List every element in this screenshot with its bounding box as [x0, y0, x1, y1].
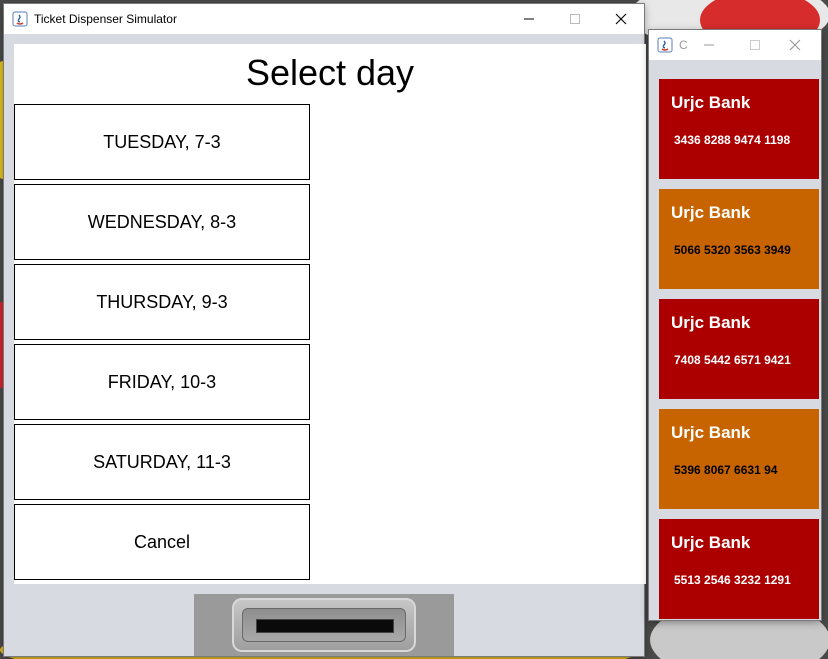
card-bank-name: Urjc Bank	[671, 203, 751, 222]
day-button-tuesday[interactable]: TUESDAY, 7-3	[14, 104, 310, 180]
card-slot-opening	[256, 619, 394, 633]
cards-title-bar[interactable]: C	[649, 30, 821, 60]
day-button-wednesday[interactable]: WEDNESDAY, 8-3	[14, 184, 310, 260]
card-bank-name: Urjc Bank	[671, 313, 751, 332]
card-slot[interactable]	[232, 598, 416, 652]
maximize-icon[interactable]	[735, 30, 775, 60]
minimize-icon[interactable]	[689, 30, 729, 60]
bank-card-2[interactable]: Urjc Bank 5066 5320 3563 3949	[659, 189, 819, 289]
bank-card-5[interactable]: Urjc Bank 5513 2546 3232 1291	[659, 519, 819, 619]
cancel-button[interactable]: Cancel	[14, 504, 310, 580]
card-number: 5066 5320 3563 3949	[674, 243, 791, 257]
cards-window-title: C	[679, 38, 688, 52]
minimize-icon[interactable]	[506, 4, 552, 34]
day-button-saturday[interactable]: SATURDAY, 11-3	[14, 424, 310, 500]
close-icon[interactable]	[598, 4, 644, 34]
bank-card-3[interactable]: Urjc Bank 7408 5442 6571 9421	[659, 299, 819, 399]
maximize-icon[interactable]	[552, 4, 598, 34]
bank-card-4[interactable]: Urjc Bank 5396 8067 6631 94	[659, 409, 819, 509]
page-title: Select day	[245, 52, 415, 93]
card-bank-name: Urjc Bank	[671, 93, 751, 112]
card-bank-name: Urjc Bank	[671, 533, 751, 552]
bank-card-1[interactable]: Urjc Bank 3436 8288 9474 1198	[659, 79, 819, 179]
day-selection-panel: Select day TUESDAY, 7-3 WEDNESDAY, 8-3 T…	[14, 44, 646, 584]
card-number: 7408 5442 6571 9421	[674, 353, 791, 367]
close-icon[interactable]	[775, 30, 815, 60]
card-slot-panel	[194, 594, 454, 656]
ticket-dispenser-window: Ticket Dispenser Simulator Select day TU…	[4, 4, 646, 656]
card-bank-name: Urjc Bank	[671, 423, 751, 442]
title-bar[interactable]: Ticket Dispenser Simulator	[4, 4, 644, 34]
window-title: Ticket Dispenser Simulator	[34, 12, 177, 26]
day-button-thursday[interactable]: THURSDAY, 9-3	[14, 264, 310, 340]
cards-window: C Urjc Bank 3436 8288 9474 1198 Urjc Ban…	[649, 30, 821, 620]
java-icon	[12, 11, 28, 27]
card-number: 3436 8288 9474 1198	[674, 133, 791, 147]
card-number: 5396 8067 6631 94	[674, 463, 778, 477]
day-button-friday[interactable]: FRIDAY, 10-3	[14, 344, 310, 420]
java-icon	[657, 37, 673, 53]
card-number: 5513 2546 3232 1291	[674, 573, 791, 587]
